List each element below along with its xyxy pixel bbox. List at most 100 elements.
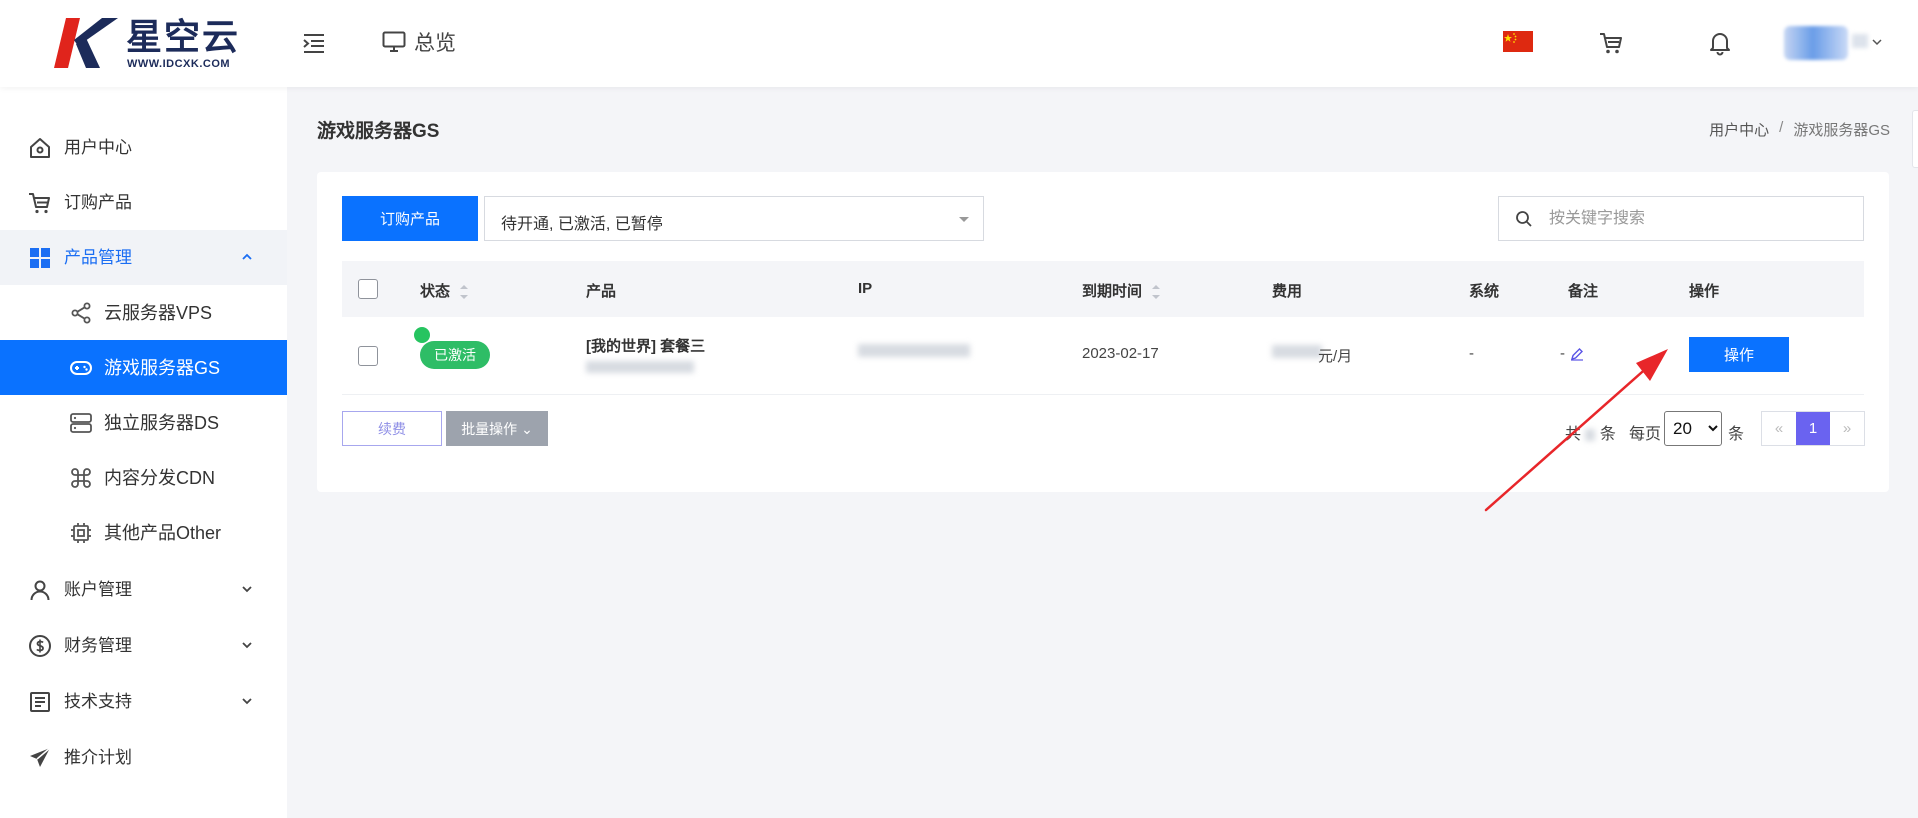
sidebar-item-label: 订购产品 bbox=[64, 193, 132, 212]
system-value: - bbox=[1469, 345, 1474, 362]
sidebar-item-order[interactable]: 订购产品 bbox=[0, 175, 287, 230]
sidebar-item-label: 用户中心 bbox=[64, 138, 132, 157]
product-list-card: 订购产品 待开通, 已激活, 已暂停 状态 产品 IP 到期时间 费用 系统 备… bbox=[317, 172, 1889, 492]
grid-icon bbox=[30, 248, 50, 268]
column-note: 备注 bbox=[1568, 283, 1599, 300]
per-page-label: 每页 bbox=[1629, 426, 1662, 443]
user-menu[interactable] bbox=[1784, 24, 1884, 62]
renew-button[interactable]: 续费 bbox=[342, 411, 442, 446]
column-status[interactable]: 状态 bbox=[420, 280, 469, 301]
chip-icon bbox=[71, 523, 91, 543]
side-drawer-handle[interactable] bbox=[1912, 110, 1918, 168]
column-ip: IP bbox=[858, 280, 873, 297]
status-filter-select[interactable]: 待开通, 已激活, 已暂停 bbox=[484, 196, 984, 241]
status-filter-value: 待开通, 已激活, 已暂停 bbox=[501, 216, 663, 233]
table-row: 已激活 [我的世界] 套餐三 2023-02-17 元/月 - - 操作 bbox=[342, 317, 1864, 395]
sidebar: 用户中心 订购产品 产品管理 云服务器VPS 游戏服务器GS 独立服务器DS 内… bbox=[0, 87, 287, 818]
status-dot bbox=[414, 327, 430, 343]
send-icon bbox=[30, 747, 51, 767]
total-count-redacted bbox=[1585, 428, 1596, 441]
server-icon bbox=[70, 413, 92, 433]
sidebar-item-vps[interactable]: 云服务器VPS bbox=[0, 285, 287, 340]
sidebar-item-dedicated-server[interactable]: 独立服务器DS bbox=[0, 395, 287, 450]
sidebar-item-user-center[interactable]: 用户中心 bbox=[0, 120, 287, 175]
sort-icon bbox=[1152, 285, 1161, 300]
sidebar-item-other[interactable]: 其他产品Other bbox=[0, 505, 287, 560]
china-flag-icon[interactable] bbox=[1503, 31, 1533, 52]
chevron-down-icon bbox=[242, 586, 252, 593]
sidebar-item-label: 内容分发CDN bbox=[104, 468, 215, 488]
sidebar-item-game-server[interactable]: 游戏服务器GS bbox=[0, 340, 287, 395]
row-action-button[interactable]: 操作 bbox=[1689, 337, 1789, 372]
product-name[interactable]: [我的世界] 套餐三 bbox=[586, 335, 705, 356]
breadcrumb: 用户中心 / 游戏服务器GS bbox=[1709, 119, 1890, 140]
chevron-down-icon bbox=[1872, 39, 1882, 46]
select-all-checkbox[interactable] bbox=[358, 279, 378, 299]
column-fee: 费用 bbox=[1272, 283, 1303, 300]
menu-indent-icon[interactable] bbox=[300, 30, 328, 56]
sort-icon bbox=[460, 285, 469, 300]
breadcrumb-separator: / bbox=[1779, 119, 1784, 136]
sidebar-item-cdn[interactable]: 内容分发CDN bbox=[0, 450, 287, 505]
logo-url: WWW.IDCXK.COM bbox=[127, 58, 231, 70]
product-host-redacted bbox=[586, 361, 694, 373]
column-system: 系统 bbox=[1469, 283, 1500, 300]
per-page-select[interactable]: 20 bbox=[1664, 411, 1722, 446]
bell-icon[interactable] bbox=[1707, 30, 1733, 56]
logo-name: 星空云 bbox=[126, 16, 241, 58]
edit-icon[interactable] bbox=[1570, 347, 1584, 361]
user-name-redacted bbox=[1852, 34, 1868, 48]
column-expiry[interactable]: 到期时间 bbox=[1082, 280, 1161, 301]
home-icon bbox=[30, 138, 50, 158]
chevron-up-icon bbox=[242, 253, 252, 260]
page-1-button[interactable]: 1 bbox=[1796, 412, 1830, 445]
sidebar-item-label: 其他产品Other bbox=[104, 523, 222, 543]
sidebar-item-label: 产品管理 bbox=[64, 248, 132, 267]
sidebar-item-label: 独立服务器DS bbox=[104, 413, 220, 433]
cart-icon[interactable] bbox=[1598, 30, 1624, 56]
per-page-unit: 条 bbox=[1728, 426, 1745, 443]
sidebar-item-label: 游戏服务器GS bbox=[104, 358, 221, 378]
sidebar-item-account[interactable]: 账户管理 bbox=[0, 562, 287, 617]
next-page-button[interactable]: » bbox=[1830, 412, 1864, 445]
breadcrumb-home[interactable]: 用户中心 bbox=[1709, 119, 1769, 140]
dollar-icon bbox=[29, 635, 51, 657]
user-icon bbox=[30, 580, 50, 601]
table-header: 状态 产品 IP 到期时间 费用 系统 备注 操作 bbox=[342, 261, 1864, 317]
search-icon bbox=[1516, 211, 1532, 227]
prev-page-button[interactable]: « bbox=[1762, 412, 1796, 445]
search-input[interactable] bbox=[1549, 207, 1849, 231]
caret-down-icon bbox=[959, 217, 969, 222]
ip-redacted bbox=[858, 344, 970, 357]
expiry-date: 2023-02-17 bbox=[1082, 345, 1159, 362]
top-header: 星空云 WWW.IDCXK.COM 总览 bbox=[0, 0, 1918, 87]
sidebar-item-support[interactable]: 技术支持 bbox=[0, 674, 287, 729]
pagination: « 1 » bbox=[1761, 411, 1865, 446]
order-product-button[interactable]: 订购产品 bbox=[342, 196, 478, 241]
chevron-down-icon: ⌄ bbox=[521, 420, 533, 437]
row-checkbox[interactable] bbox=[358, 346, 378, 366]
chevron-down-icon bbox=[242, 698, 252, 705]
fee-amount-redacted bbox=[1272, 345, 1322, 358]
fee-unit: 元/月 bbox=[1318, 348, 1353, 365]
column-product: 产品 bbox=[586, 283, 617, 300]
sidebar-item-label: 云服务器VPS bbox=[104, 303, 213, 323]
sidebar-item-label: 技术支持 bbox=[64, 692, 132, 711]
overview-link[interactable]: 总览 bbox=[382, 26, 456, 58]
status-badge: 已激活 bbox=[420, 341, 490, 369]
sidebar-item-product-management[interactable]: 产品管理 bbox=[0, 230, 287, 285]
page-title: 游戏服务器GS bbox=[317, 121, 440, 142]
note-value: - bbox=[1560, 345, 1565, 362]
sidebar-item-referral[interactable]: 推介计划 bbox=[0, 730, 287, 785]
logo[interactable]: 星空云 WWW.IDCXK.COM bbox=[52, 16, 242, 72]
breadcrumb-current: 游戏服务器GS bbox=[1793, 122, 1890, 139]
ticket-icon bbox=[30, 692, 50, 712]
search-box bbox=[1498, 196, 1864, 241]
command-icon bbox=[71, 468, 91, 488]
total-count: 共 条 bbox=[1565, 426, 1616, 443]
batch-operation-button[interactable]: 批量操作 ⌄ bbox=[446, 411, 548, 446]
sidebar-item-finance[interactable]: 财务管理 bbox=[0, 618, 287, 673]
sidebar-item-label: 财务管理 bbox=[64, 636, 132, 655]
avatar bbox=[1784, 26, 1848, 60]
column-action: 操作 bbox=[1689, 283, 1720, 300]
